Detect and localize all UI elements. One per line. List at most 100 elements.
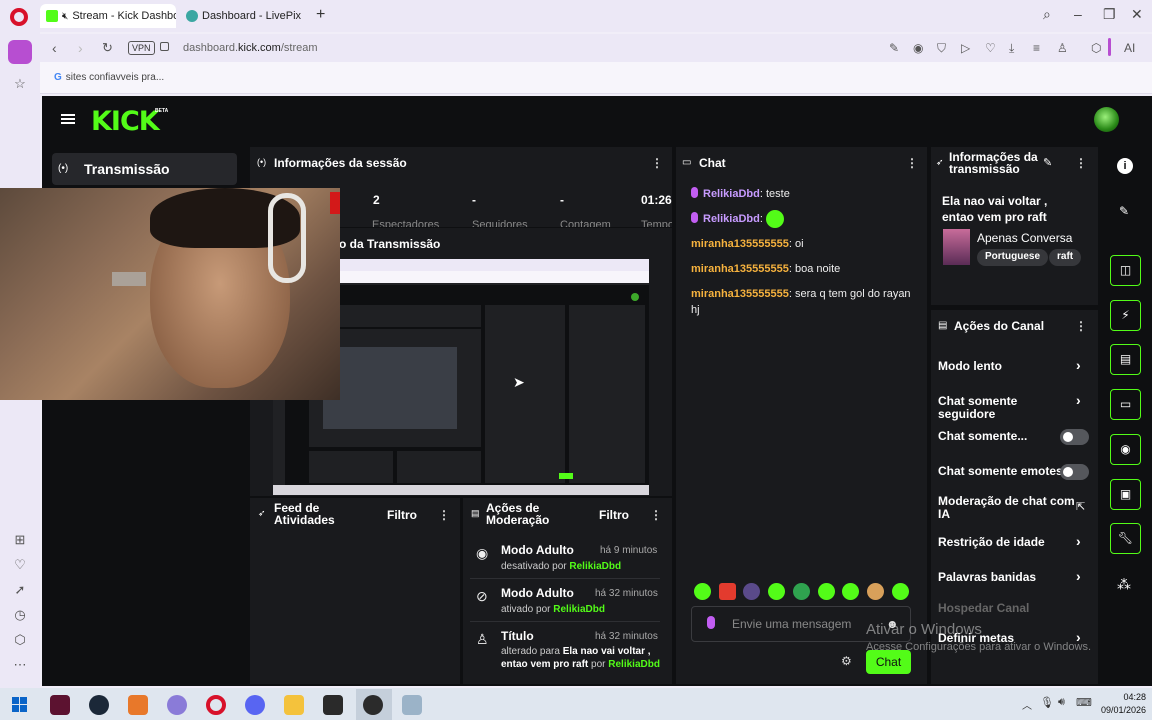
history-icon[interactable]: ◷ — [11, 607, 29, 625]
heart-icon[interactable]: ♡ — [985, 41, 996, 55]
document-icon[interactable]: ▤ — [1110, 344, 1141, 375]
microphone-icon[interactable]: 🎙︎ — [1040, 696, 1054, 709]
obs-icon[interactable] — [363, 695, 383, 715]
mute-icon[interactable]: 🔇︎ — [62, 11, 68, 22]
action-banned-words[interactable]: Palavras banidas — [938, 571, 1078, 584]
home-icon[interactable] — [8, 40, 32, 64]
chevron-right-icon[interactable]: › — [1076, 392, 1081, 408]
edit-icon[interactable]: ✎ — [1119, 204, 1129, 218]
star-icon[interactable]: ☆ — [11, 76, 29, 94]
filter-button[interactable]: Filtro — [387, 508, 417, 522]
more-icon[interactable]: ⋯ — [11, 657, 29, 675]
ai-button[interactable]: AI — [1124, 41, 1135, 55]
emote-icon[interactable] — [768, 583, 785, 600]
filter-button[interactable]: Filtro — [599, 508, 629, 522]
more-options-icon[interactable]: ⋮ — [1075, 319, 1087, 333]
app-icon[interactable] — [128, 695, 148, 715]
more-options-icon[interactable]: ⋮ — [1075, 156, 1087, 170]
download-icon[interactable]: ⤓ — [1009, 41, 1014, 56]
shield-icon[interactable]: ⛉ — [937, 41, 946, 56]
category-thumbnail[interactable] — [943, 229, 970, 265]
emote-icon[interactable] — [842, 583, 859, 600]
chat-username[interactable]: RelikiaDbd — [703, 213, 760, 225]
chat-username[interactable]: miranha135555555 — [691, 263, 789, 275]
emote-icon[interactable] — [719, 583, 736, 600]
kick-logo[interactable]: KICK — [91, 106, 160, 137]
opera-logo[interactable] — [10, 8, 28, 26]
network-icon[interactable]: ⌨ — [1076, 696, 1092, 709]
more-options-icon[interactable]: ⋮ — [650, 508, 662, 522]
more-options-icon[interactable]: ⋮ — [651, 156, 663, 170]
chevron-up-icon[interactable]: ︿ — [1022, 697, 1032, 712]
action-subscribers-only[interactable]: Chat somente... — [938, 430, 1078, 443]
lock-icon[interactable] — [160, 42, 169, 51]
chat-message[interactable]: RelikiaDbd: — [691, 210, 916, 228]
chat-message[interactable]: miranha135555555: boa noite — [691, 261, 916, 277]
action-followers-only[interactable]: Chat somente seguidore — [938, 395, 1078, 421]
extensions-icon[interactable]: ⬡ — [11, 632, 29, 650]
chevron-right-icon[interactable]: › — [1076, 533, 1081, 549]
action-age-restriction[interactable]: Restrição de idade — [938, 536, 1078, 549]
new-tab-icon[interactable]: + — [316, 6, 325, 24]
emote-icon[interactable] — [793, 583, 810, 600]
maximize-icon[interactable]: ❐ — [1103, 6, 1116, 23]
more-options-icon[interactable]: ⋮ — [906, 156, 918, 170]
cube-icon[interactable]: ⬡ — [1091, 41, 1101, 55]
broadcast-icon[interactable]: ◉ — [1110, 434, 1141, 465]
profile-icon[interactable]: ♙ — [1057, 41, 1068, 55]
lightning-icon[interactable]: ⚡︎ — [1110, 300, 1141, 331]
toggle-subscribers-only[interactable] — [1060, 429, 1089, 445]
search-icon[interactable]: ⌕ — [1043, 6, 1051, 23]
steam-icon[interactable] — [89, 695, 109, 715]
back-icon[interactable]: ‹ — [52, 40, 57, 56]
chat-send-button[interactable]: Chat — [866, 650, 911, 674]
video-layout-icon[interactable]: ▣ — [1110, 479, 1141, 510]
settings-gear-icon[interactable]: ⚙ — [841, 654, 852, 668]
app-icon[interactable] — [402, 695, 422, 715]
reload-icon[interactable]: ↻ — [102, 40, 113, 56]
discord-icon[interactable] — [245, 695, 265, 715]
chat-username[interactable]: miranha135555555 — [691, 238, 789, 250]
chat-username[interactable]: RelikiaDbd — [703, 188, 760, 200]
volume-icon[interactable]: 🔊︎ — [1058, 696, 1065, 709]
emote-icon[interactable] — [694, 583, 711, 600]
minimize-icon[interactable]: – — [1074, 6, 1082, 22]
url-field[interactable]: dashboard.kick.com/stream — [183, 42, 318, 54]
app-icon[interactable] — [50, 695, 70, 715]
action-ai-moderation[interactable]: Moderação de chat com IA — [938, 495, 1078, 521]
toggle-emotes-only[interactable] — [1060, 464, 1089, 480]
hamburger-menu-icon[interactable] — [61, 114, 75, 124]
apps-icon[interactable]: ⊞ — [11, 532, 29, 550]
send-icon[interactable]: ➚ — [11, 582, 29, 600]
camera-icon[interactable]: ◫ — [1110, 255, 1141, 286]
play-icon[interactable]: ▷ — [961, 41, 970, 55]
chat-message[interactable]: miranha135555555: oi — [691, 236, 916, 252]
emote-icon[interactable] — [818, 583, 835, 600]
edit-icon[interactable]: ✎ — [889, 41, 899, 55]
emote-icon[interactable] — [743, 583, 760, 600]
avatar[interactable] — [1094, 107, 1119, 132]
chevron-right-icon[interactable]: › — [1076, 568, 1081, 584]
more-options-icon[interactable]: ⋮ — [438, 508, 450, 522]
app-icon[interactable] — [323, 695, 343, 715]
sidebar-item-transmissao[interactable]: Transmissão — [52, 153, 237, 185]
chat-bubble-icon[interactable]: ▭ — [1110, 389, 1141, 420]
windows-start-icon[interactable] — [12, 697, 27, 712]
action-slow-mode[interactable]: Modo lento — [938, 360, 1078, 373]
action-emotes-only[interactable]: Chat somente emotes — [938, 465, 1078, 478]
wrench-icon[interactable]: 🔧︎ — [1110, 523, 1141, 554]
close-window-icon[interactable]: ✕ — [1131, 6, 1143, 23]
menu-icon[interactable]: ≡ — [1033, 41, 1040, 55]
external-link-icon[interactable]: ⇱ — [1076, 500, 1085, 513]
emote-icon[interactable] — [867, 583, 884, 600]
edit-icon[interactable]: ✎ — [1043, 156, 1052, 169]
widgets-icon[interactable]: ⁂ — [1117, 576, 1131, 593]
chat-username[interactable]: miranha135555555 — [691, 288, 789, 300]
taskbar-clock[interactable]: 04:28 09/01/2026 — [1096, 691, 1146, 717]
chat-message[interactable]: RelikiaDbd: teste — [691, 186, 916, 202]
camera-icon[interactable]: ◉ — [913, 41, 923, 55]
chat-message[interactable]: miranha135555555: sera q tem gol do raya… — [691, 286, 916, 318]
bookmark-item[interactable]: Gsites confiavveis pra... — [54, 72, 164, 83]
vpn-badge[interactable]: VPN — [128, 41, 155, 55]
tab-kick-dashboard[interactable]: 🔇︎ Stream - Kick Dashbo ✕ — [40, 4, 176, 28]
